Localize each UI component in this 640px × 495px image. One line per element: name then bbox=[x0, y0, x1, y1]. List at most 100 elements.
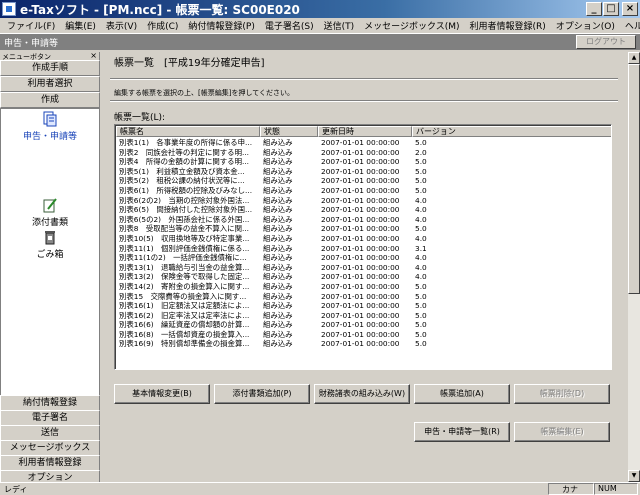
status-bar: レディ カナ NUM bbox=[0, 482, 640, 495]
cell-status: 組み込み bbox=[263, 253, 293, 263]
cell-version: 2.0 bbox=[415, 147, 427, 157]
table-row[interactable]: 別表15 交際費等の損金算入に関す... 組み込み 2007-01-01 00:00… bbox=[116, 292, 611, 302]
status-kana: カナ bbox=[562, 485, 578, 494]
import-financial-statements-button[interactable]: 財務諸表の組み込み(W) bbox=[314, 384, 410, 404]
menu-create[interactable]: 作成(C) bbox=[142, 19, 183, 32]
table-row[interactable]: 別表10(5) 収用換地等及び特定事業... 組み込み 2007-01-01 00:… bbox=[116, 233, 611, 244]
table-row[interactable]: 別表4 所得の金額の計算に関する明... 組み込み 2007-01-01 00:00… bbox=[116, 157, 611, 167]
cell-form-name: 別表16(2) 旧定率法又は定率法によ... bbox=[119, 310, 250, 320]
scroll-up-arrow-icon[interactable]: ▲ bbox=[628, 52, 640, 64]
table-row[interactable]: 別表16(6) 繰延資産の償却額の計算... 組み込み 2007-01-01 00:… bbox=[116, 320, 611, 330]
table-row[interactable]: 別表1(1) 各事業年度の所得に係る申... 組み込み 2007-01-01 00:… bbox=[116, 138, 611, 148]
cell-updated: 2007-01-01 00:00:00 bbox=[321, 195, 400, 205]
nav-user-select[interactable]: 利用者選択 bbox=[0, 76, 100, 92]
table-row[interactable]: 別表8 受取配当等の益金不算入に関... 組み込み 2007-01-01 00:00… bbox=[116, 224, 611, 234]
menu-options[interactable]: オプション(O) bbox=[551, 19, 620, 32]
menu-user-registration[interactable]: 利用者情報登録(R) bbox=[465, 19, 551, 32]
cell-status: 組み込み bbox=[263, 301, 293, 311]
declaration-list-button[interactable]: 申告・申請等一覧(R) bbox=[414, 422, 510, 442]
column-header-form-name[interactable]: 帳票名 bbox=[116, 126, 260, 137]
table-row[interactable]: 別表11(1) 個別評価金銭債権に係る... 組み込み 2007-01-01 00:… bbox=[116, 243, 611, 254]
window-title: e-Taxソフト - [PM.ncc] - 帳票一覧: SC00E020 bbox=[20, 3, 300, 17]
table-row[interactable]: 別表16(8) 一括償却資産の損金算入... 組み込み 2007-01-01 00:… bbox=[116, 330, 611, 340]
cell-form-name: 別表6(2の2) 当期の控除対象外国法... bbox=[119, 195, 250, 205]
menu-digital-signature[interactable]: 電子署名(S) bbox=[260, 19, 319, 32]
cell-version: 4.0 bbox=[415, 214, 427, 224]
cell-updated: 2007-01-01 00:00:00 bbox=[321, 262, 400, 272]
tool-area: 申告・申請等 添付書類 ごみ箱 bbox=[0, 108, 100, 398]
edit-basic-info-button[interactable]: 基本情報変更(B) bbox=[114, 384, 210, 404]
scroll-thumb[interactable] bbox=[628, 64, 640, 294]
table-row[interactable]: 別表16(9) 特別償却準備金の損金算... 組み込み 2007-01-01 00:… bbox=[116, 339, 611, 349]
table-row[interactable]: 別表2 同族会社等の判定に関する明... 組み込み 2007-01-01 00:00… bbox=[116, 147, 611, 158]
maximize-button[interactable]: □ bbox=[603, 2, 619, 16]
tool-attachments[interactable]: 添付書類 bbox=[1, 197, 99, 228]
table-row[interactable]: 別表6(5の2) 外国孫会社に係る外国... 組み込み 2007-01-01 00:… bbox=[116, 214, 611, 225]
column-header-version[interactable]: バージョン bbox=[412, 126, 611, 137]
tool-trash[interactable]: ごみ箱 bbox=[1, 229, 99, 260]
nav-digital-signature[interactable]: 電子署名 bbox=[0, 410, 100, 426]
table-row[interactable]: 別表13(1) 退職給与引当金の益金算... 組み込み 2007-01-01 00:… bbox=[116, 262, 611, 273]
column-header-updated[interactable]: 更新日時 bbox=[318, 126, 412, 137]
cell-status: 組み込み bbox=[263, 205, 293, 215]
minimize-button[interactable]: _ bbox=[586, 2, 602, 16]
menu-edit[interactable]: 編集(E) bbox=[60, 19, 101, 32]
nav-create[interactable]: 作成 bbox=[0, 92, 100, 108]
cell-version: 3.1 bbox=[415, 243, 427, 253]
nav-payment-registration[interactable]: 納付情報登録 bbox=[0, 395, 100, 411]
title-bar: e-Taxソフト - [PM.ncc] - 帳票一覧: SC00E020 _ □… bbox=[0, 0, 640, 18]
cell-version: 4.0 bbox=[415, 195, 427, 205]
scroll-down-arrow-icon[interactable]: ▼ bbox=[628, 470, 640, 482]
close-icon[interactable]: × bbox=[90, 51, 97, 60]
cell-form-name: 別表5(2) 租税公課の納付状況等に... bbox=[119, 176, 245, 186]
cell-version: 5.0 bbox=[415, 138, 427, 147]
cell-version: 5.0 bbox=[415, 185, 427, 195]
add-attachment-button[interactable]: 添付書類追加(P) bbox=[214, 384, 310, 404]
delete-form-button[interactable]: 帳票削除(D) bbox=[514, 384, 610, 404]
cell-updated: 2007-01-01 00:00:00 bbox=[321, 205, 400, 215]
menu-send[interactable]: 送信(T) bbox=[319, 19, 360, 32]
tool-declaration[interactable]: 申告・申請等 bbox=[1, 111, 99, 142]
menu-view[interactable]: 表示(V) bbox=[101, 19, 142, 32]
logout-button[interactable]: ログアウト bbox=[576, 35, 636, 49]
table-row[interactable]: 別表6(1) 所得税額の控除及びみなし... 組み込み 2007-01-01 00:… bbox=[116, 185, 611, 196]
table-row[interactable]: 別表16(2) 旧定率法又は定率法によ... 組み込み 2007-01-01 00:… bbox=[116, 310, 611, 321]
nav-creation-steps[interactable]: 作成手順 bbox=[0, 60, 100, 76]
menu-payment-registration[interactable]: 納付情報登録(P) bbox=[183, 19, 259, 32]
cell-version: 4.0 bbox=[415, 272, 427, 282]
divider bbox=[110, 78, 618, 80]
cell-status: 組み込み bbox=[263, 281, 293, 291]
cell-status: 組み込み bbox=[263, 185, 293, 195]
form-list[interactable]: 帳票名 状態 更新日時 バージョン 別表1(1) 各事業年度の所得に係る申...… bbox=[114, 124, 612, 370]
column-header-status[interactable]: 状態 bbox=[260, 126, 318, 137]
menu-file[interactable]: ファイル(F) bbox=[2, 19, 60, 32]
cell-status: 組み込み bbox=[263, 166, 293, 176]
add-form-button[interactable]: 帳票追加(A) bbox=[414, 384, 510, 404]
table-row[interactable]: 別表5(1) 利益積立金額及び資本金... 組み込み 2007-01-01 00:0… bbox=[116, 166, 611, 177]
cell-version: 5.0 bbox=[415, 320, 427, 330]
table-row[interactable]: 別表6(5) 間接納付した控除対象外国... 組み込み 2007-01-01 00:… bbox=[116, 205, 611, 215]
table-row[interactable]: 別表13(2) 保険金等で取得した固定... 組み込み 2007-01-01 00:… bbox=[116, 272, 611, 282]
nav-user-registration[interactable]: 利用者情報登録 bbox=[0, 455, 100, 471]
vertical-scrollbar[interactable]: ▲ ▼ bbox=[628, 52, 640, 482]
cell-updated: 2007-01-01 00:00:00 bbox=[321, 233, 400, 243]
close-button[interactable]: × bbox=[622, 2, 638, 16]
table-row[interactable]: 別表5(2) 租税公課の納付状況等に... 組み込み 2007-01-01 00:0… bbox=[116, 176, 611, 186]
cell-updated: 2007-01-01 00:00:00 bbox=[321, 301, 400, 311]
table-row[interactable]: 別表6(2の2) 当期の控除対象外国法... 組み込み 2007-01-01 00:… bbox=[116, 195, 611, 206]
table-row[interactable]: 別表14(2) 寄附金の損金算入に関す... 組み込み 2007-01-01 00:… bbox=[116, 281, 611, 292]
cell-form-name: 別表11(1) 個別評価金銭債権に係る... bbox=[119, 243, 250, 253]
page-title: 帳票一覧 [平成19年分確定申告] bbox=[114, 58, 265, 69]
cell-status: 組み込み bbox=[263, 157, 293, 167]
breadcrumb: 申告・申請等 bbox=[4, 39, 59, 49]
menu-message-box[interactable]: メッセージボックス(M) bbox=[359, 19, 464, 32]
table-row[interactable]: 別表16(1) 旧定額法又は定額法によ... 組み込み 2007-01-01 00:… bbox=[116, 301, 611, 311]
cell-status: 組み込み bbox=[263, 339, 293, 349]
cell-updated: 2007-01-01 00:00:00 bbox=[321, 310, 400, 320]
nav-message-box[interactable]: メッセージボックス bbox=[0, 440, 100, 456]
edit-form-button[interactable]: 帳票編集(E) bbox=[514, 422, 610, 442]
nav-send[interactable]: 送信 bbox=[0, 425, 100, 441]
cell-version: 5.0 bbox=[415, 310, 427, 320]
menu-help[interactable]: ヘルプ(H) bbox=[620, 19, 640, 32]
table-row[interactable]: 別表11(1の2) 一括評価金銭債権に... 組み込み 2007-01-01 00:… bbox=[116, 253, 611, 263]
